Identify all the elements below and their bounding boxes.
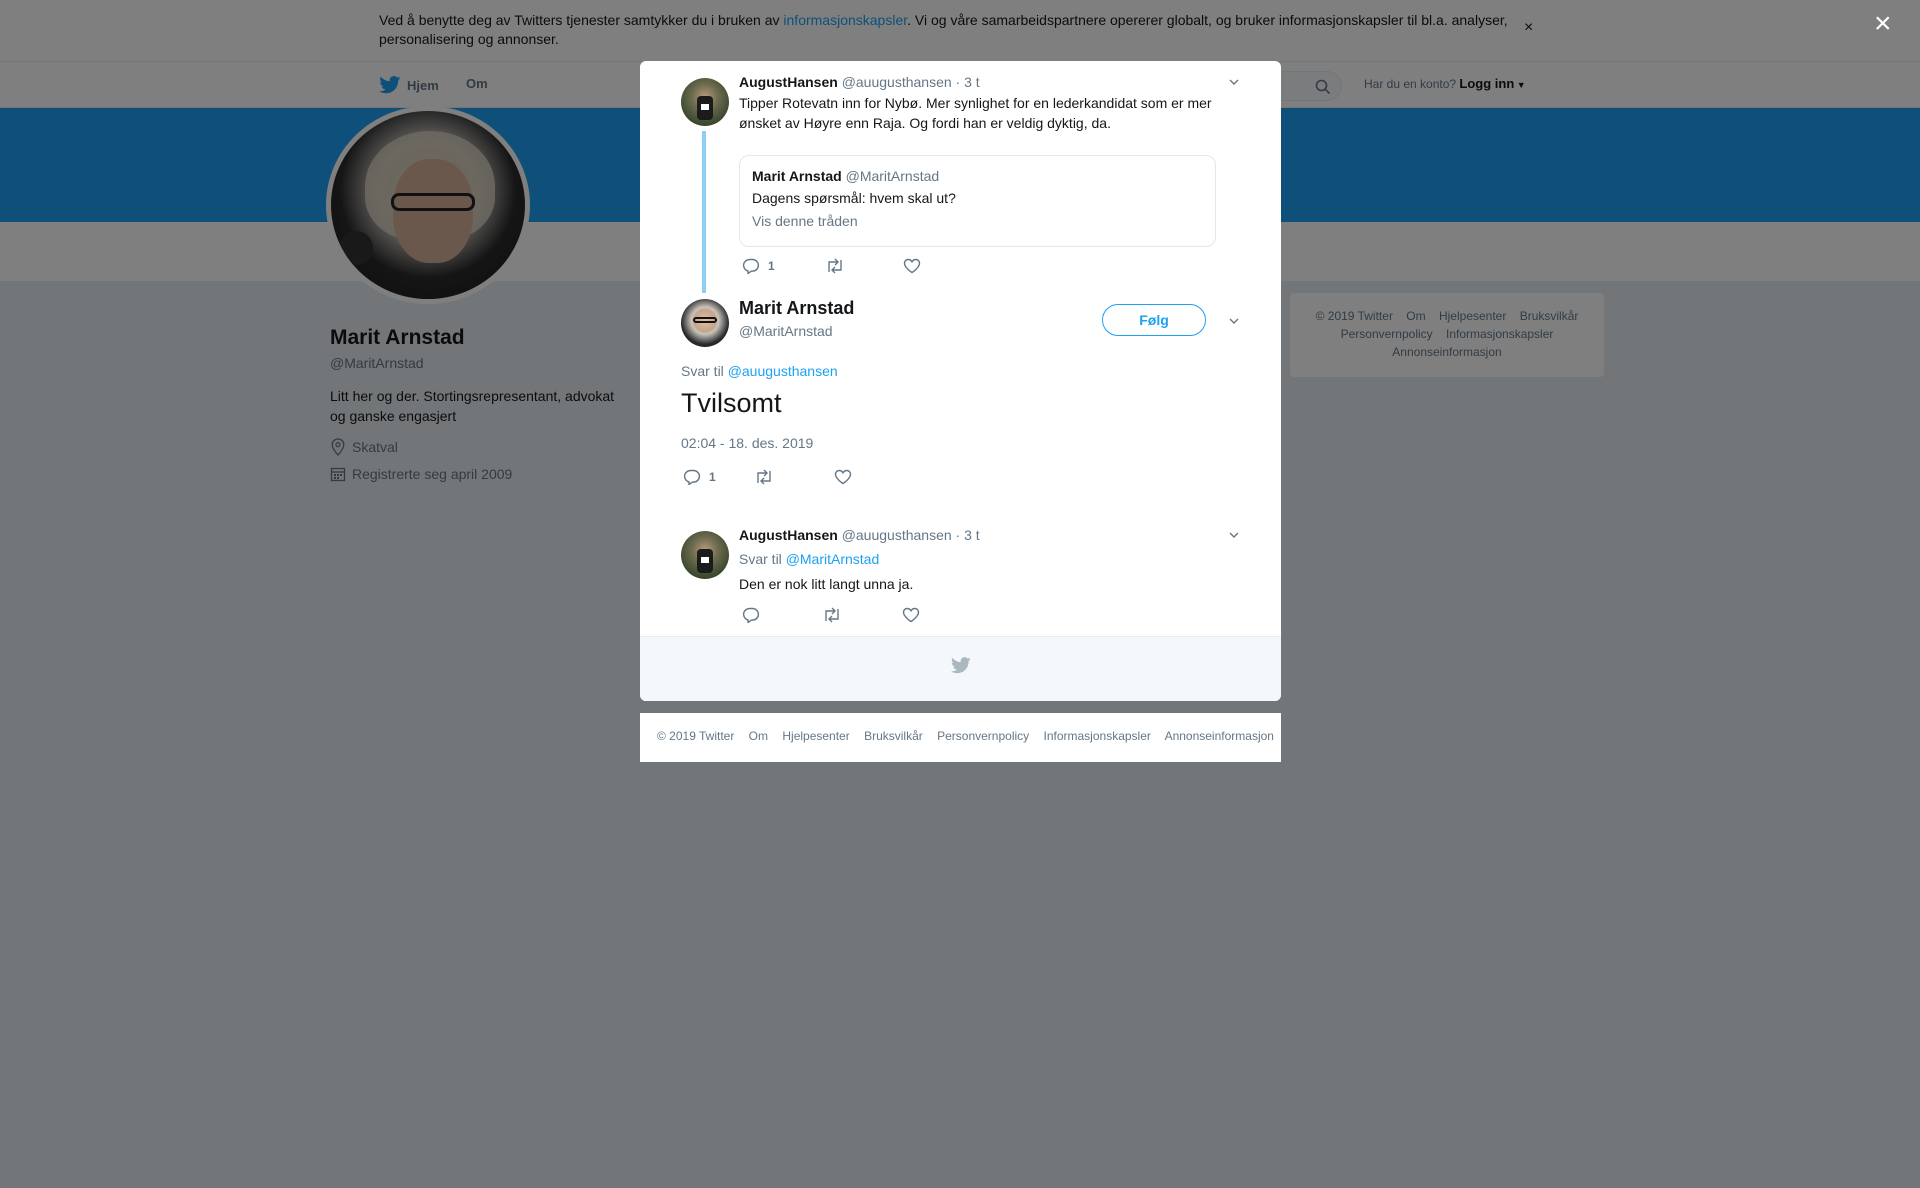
reply-prefix: Svar til [681,363,728,379]
tweet-text: Den er nok litt langt unna ja. [739,576,914,592]
tweet-time[interactable]: · 3 t [956,74,980,90]
like-button[interactable] [902,607,920,623]
tweet-time[interactable]: · 3 t [956,527,980,543]
avatar-bib-shape [701,557,709,563]
reply-button[interactable]: 1 [683,469,716,485]
retweet-icon [825,607,839,623]
footer-link[interactable]: Annonseinformasjon [1165,729,1274,743]
reply-to-line: Svar til @auugusthansen [681,363,838,379]
heart-icon [902,607,920,623]
chevron-down-icon[interactable] [1227,528,1241,542]
close-icon[interactable]: × [1874,9,1892,39]
heart-icon [834,469,851,485]
reply-count: 1 [768,259,775,273]
quoted-author-name: Marit Arnstad [752,168,842,184]
retweet-button[interactable] [754,469,774,485]
tweet-header: AugustHansen @auugusthansen · 3 t [739,74,980,90]
tweet-author-name[interactable]: Marit Arnstad [739,298,854,319]
tweet-actions: 1 [742,258,921,274]
footer-link[interactable]: © 2019 Twitter [657,729,734,743]
reply-to-mention[interactable]: @MaritArnstad [786,551,880,567]
footer-link[interactable]: Hjelpesenter [782,729,849,743]
reply-button[interactable] [742,607,760,623]
modal-footer [640,636,1281,701]
retweet-icon [756,469,771,485]
tweet-author-handle[interactable]: @MaritArnstad [739,323,833,339]
retweet-button[interactable] [822,607,842,623]
tweet-actions: 1 [683,469,852,485]
reply-icon [683,469,701,485]
reply-count: 1 [709,470,716,484]
chevron-down-icon[interactable] [1227,314,1241,328]
footer-link[interactable]: Bruksvilkår [864,729,923,743]
tweet-actions [742,607,920,623]
quoted-tweet-text: Dagens spørsmål: hvem skal ut? [752,190,956,206]
reply-prefix: Svar til [739,551,786,567]
reply-icon [742,258,760,274]
avatar[interactable] [681,531,729,579]
tweet-header: AugustHansen @auugusthansen · 3 t [739,527,980,543]
reply-to-mention[interactable]: @auugusthansen [728,363,838,379]
footer-link[interactable]: Informasjonskapsler [1044,729,1151,743]
footer-link[interactable]: Om [749,729,768,743]
thread-line [702,131,706,293]
follow-button[interactable]: Følg [1102,304,1206,336]
tweet-author-handle[interactable]: @auugusthansen [842,527,952,543]
tweet-author-name[interactable]: AugustHansen [739,74,838,90]
modal-bottom-footer: © 2019 Twitter Om Hjelpesenter Bruksvilk… [640,713,1281,762]
avatar-glasses-shape [693,317,717,323]
show-thread-link[interactable]: Vis denne tråden [752,213,1203,229]
quoted-tweet[interactable]: Marit Arnstad @MaritArnstad Dagens spørs… [739,155,1216,247]
tweet-author-handle[interactable]: @auugusthansen [842,74,952,90]
quoted-tweet-header: Marit Arnstad @MaritArnstad [752,168,1203,184]
tweet-text: Tipper Rotevatn inn for Nybø. Mer synlig… [739,95,1212,131]
avatar[interactable] [681,299,729,347]
twitter-bird-icon [951,657,971,674]
reply-icon [742,607,760,623]
heart-icon [903,258,920,274]
like-button[interactable] [834,469,852,485]
tweet-timestamp[interactable]: 02:04 - 18. des. 2019 [681,435,813,451]
quoted-author-handle: @MaritArnstad [845,168,940,184]
like-button[interactable] [903,258,921,274]
footer-link[interactable]: Personvernpolicy [937,729,1029,743]
avatar[interactable] [681,78,729,126]
tweet-text: Tvilsomt [681,388,782,418]
reply-to-line: Svar til @MaritArnstad [739,551,879,567]
tweet-author-name[interactable]: AugustHansen [739,527,838,543]
retweet-icon [827,258,842,274]
retweet-button[interactable] [825,258,845,274]
tweet-modal: AugustHansen @auugusthansen · 3 t Tipper… [640,61,1281,701]
chevron-down-icon[interactable] [1227,75,1241,89]
avatar-bib-shape [701,104,709,110]
reply-button[interactable]: 1 [742,258,775,274]
